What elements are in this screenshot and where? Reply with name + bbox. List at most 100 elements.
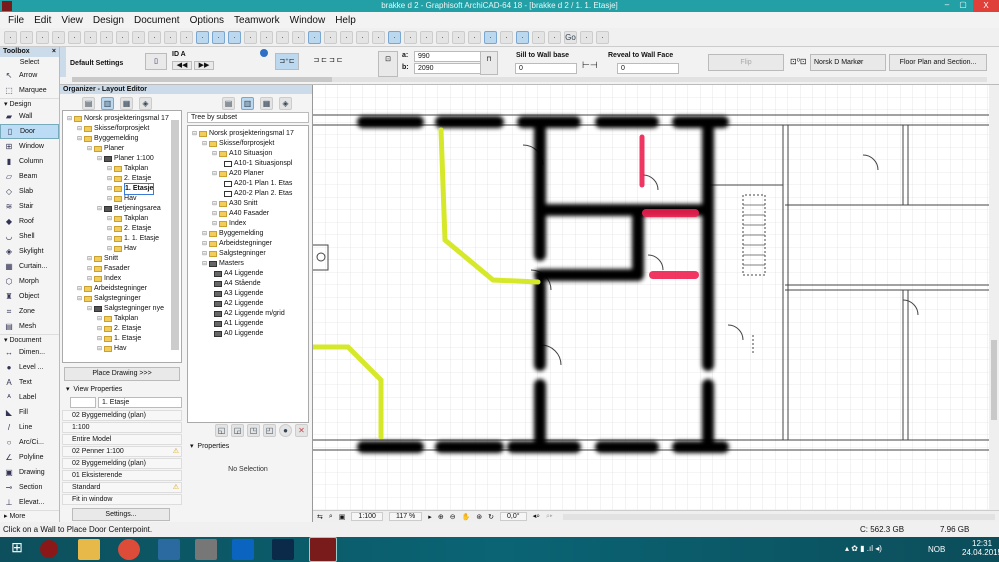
expand-toggle-icon[interactable]: ⊟	[107, 244, 112, 254]
app-icon-2[interactable]	[195, 539, 217, 560]
menu-file[interactable]: File	[8, 15, 24, 26]
tree-item[interactable]: ⊟ 1. Etasje	[63, 183, 181, 195]
toolbar-m-button[interactable]: ·	[596, 30, 609, 44]
expand-toggle-icon[interactable]: ⊟	[87, 254, 92, 264]
toolbar-grid-button[interactable]: ·	[228, 30, 241, 44]
tool-elevat[interactable]: ⊥ Elevat...	[0, 495, 59, 510]
tree-item[interactable]: ⊟ Salgstegninger	[188, 249, 308, 259]
expand-toggle-icon[interactable]: ⊟	[87, 264, 92, 274]
tree-item[interactable]: ⊟ Betjeningsarea	[63, 204, 181, 214]
toolbar-close-button[interactable]: ·	[356, 30, 369, 44]
zoom-menu-icon[interactable]: ▸	[428, 513, 432, 521]
tree-item[interactable]: ⊟ Takplan	[63, 214, 181, 224]
view-id-field[interactable]	[70, 397, 96, 408]
width-field[interactable]: 990	[414, 51, 484, 62]
layout-book-button[interactable]: ▦	[120, 97, 133, 110]
tool-fill[interactable]: ◣ Fill	[0, 405, 59, 420]
menu-teamwork[interactable]: Teamwork	[234, 15, 280, 26]
marker-dropdown[interactable]: Norsk D Markør	[810, 54, 886, 71]
tree-item[interactable]: A3 Liggende	[188, 289, 308, 299]
photoshop-icon[interactable]	[272, 539, 294, 560]
expand-toggle-icon[interactable]: ⊟	[77, 284, 82, 294]
toolbar-open-button[interactable]: ·	[20, 30, 33, 44]
info-icon[interactable]	[260, 49, 268, 57]
toolbar-door-button[interactable]: ·	[340, 30, 353, 44]
input-language[interactable]: NOB	[928, 545, 945, 554]
tree-item[interactable]: ⊟ Salgstegninger	[63, 294, 181, 304]
toolbar-guide-button[interactable]: ·	[212, 30, 225, 44]
toolbar-pick-button[interactable]: ·	[148, 30, 161, 44]
tree-item[interactable]: ⊟ Index	[63, 274, 181, 284]
zoom-out-icon[interactable]: ⊖	[450, 513, 456, 521]
anchor-options[interactable]: ⊐ ⊏ ⊐ ⊏	[303, 53, 353, 70]
floor-plan-section-button[interactable]: Floor Plan and Section...	[889, 54, 987, 71]
tree-item[interactable]: ⊟ Masters	[188, 259, 308, 269]
expand-toggle-icon[interactable]: ⊟	[107, 194, 112, 204]
file-explorer-icon[interactable]	[78, 539, 100, 560]
floor-plan-drawing[interactable]	[313, 85, 999, 510]
scale-field[interactable]: 1:100	[351, 512, 383, 521]
expand-toggle-icon[interactable]: ⊟	[202, 249, 207, 259]
view-property-row[interactable]: 02 Penner 1:100 ⚠	[62, 446, 182, 457]
tree-item[interactable]: ⊟ Takplan	[63, 314, 181, 324]
expand-toggle-icon[interactable]: ⊟	[87, 304, 92, 314]
tree-item[interactable]: A2 Liggende	[188, 299, 308, 309]
tree-item[interactable]: ⊟ Arbeidstegninger	[63, 284, 181, 294]
tool-beam[interactable]: ▱ Beam	[0, 169, 59, 184]
view-property-row[interactable]: Standard ⚠	[62, 482, 182, 493]
project-map-button[interactable]: ▤	[82, 97, 95, 110]
view-property-row[interactable]: 02 Byggemelding (plan)	[62, 410, 182, 421]
tool-window[interactable]: ⊞ Window	[0, 139, 59, 154]
toolbar-floor-button[interactable]: ·	[292, 30, 305, 44]
expand-toggle-icon[interactable]: ⊟	[202, 229, 207, 239]
app-icon-1[interactable]	[158, 539, 180, 560]
toolbar-pen-button[interactable]: ·	[164, 30, 177, 44]
tree-item[interactable]: ⊟ Byggemelding	[188, 229, 308, 239]
layout-publisher-button[interactable]: ◈	[279, 97, 292, 110]
view-map-button[interactable]: ▥	[101, 97, 114, 110]
tool-skylight[interactable]: ◈ Skylight	[0, 244, 59, 259]
menu-window[interactable]: Window	[290, 15, 326, 26]
menu-view[interactable]: View	[61, 15, 83, 26]
document-group-header[interactable]: ▾ Document	[0, 334, 59, 345]
tool-label[interactable]: ᴬ Label	[0, 390, 59, 405]
tree-item[interactable]: A20-1 Plan 1. Etas	[188, 179, 308, 189]
toolbar-i-button[interactable]: ·	[516, 30, 529, 44]
tree-item[interactable]: ⊟ Skisse/forprosjekt	[63, 124, 181, 134]
expand-toggle-icon[interactable]: ⊟	[97, 334, 102, 344]
toolbar-c-button[interactable]: ·	[420, 30, 433, 44]
toolbar-undo-button[interactable]: ·	[116, 30, 129, 44]
tool-slab[interactable]: ◇ Slab	[0, 184, 59, 199]
next-zoom-icon[interactable]: ⌕▸	[546, 513, 553, 521]
publisher-button[interactable]: ◈	[139, 97, 152, 110]
toolbar-e-button[interactable]: ·	[452, 30, 465, 44]
tool-door[interactable]: ▯ Door	[0, 124, 59, 139]
prev-id-button[interactable]: ◀◀	[172, 61, 192, 70]
toolbar-g-button[interactable]: ·	[484, 30, 497, 44]
tree-item[interactable]: ⊟ 1. 1. Etasje	[63, 234, 181, 244]
place-drawing-button[interactable]: Place Drawing >>>	[64, 367, 180, 381]
toolbar-paste-button[interactable]: ·	[100, 30, 113, 44]
tree-item[interactable]: ⊟ 2. Etasje	[63, 224, 181, 234]
orientation-field[interactable]: 0,0°	[500, 512, 527, 521]
expand-toggle-icon[interactable]: ⊟	[192, 129, 197, 139]
view-tree-scrollbar[interactable]	[171, 120, 179, 350]
clock[interactable]: 12:31 24.04.2015	[962, 539, 999, 557]
tool-column[interactable]: ▮ Column	[0, 154, 59, 169]
rotate-icon[interactable]: ↻	[488, 513, 494, 521]
tool-arrow[interactable]: ↖ Arrow	[0, 68, 59, 83]
expand-toggle-icon[interactable]: ⊟	[107, 224, 112, 234]
tool-text[interactable]: A Text	[0, 375, 59, 390]
minimize-button[interactable]: –	[941, 0, 953, 9]
expand-toggle-icon[interactable]: ⊟	[107, 184, 112, 194]
tree-item[interactable]: ⊟ A10 Situasjon	[188, 149, 308, 159]
tree-item[interactable]: A10-1 Situasjonspl	[188, 159, 308, 169]
expand-toggle-icon[interactable]: ⊟	[97, 204, 102, 214]
tool-arc-ci[interactable]: ○ Arc/Ci...	[0, 435, 59, 450]
tree-item[interactable]: ⊟ Byggemelding	[63, 134, 181, 144]
previous-zoom-icon[interactable]: ◂⌕	[533, 512, 540, 521]
toolbar-arrow-button[interactable]: ·	[260, 30, 273, 44]
view-property-row[interactable]: Fit in window	[62, 494, 182, 505]
tree-item[interactable]: A4 Stående	[188, 279, 308, 289]
info-box-handle[interactable]	[60, 47, 66, 77]
